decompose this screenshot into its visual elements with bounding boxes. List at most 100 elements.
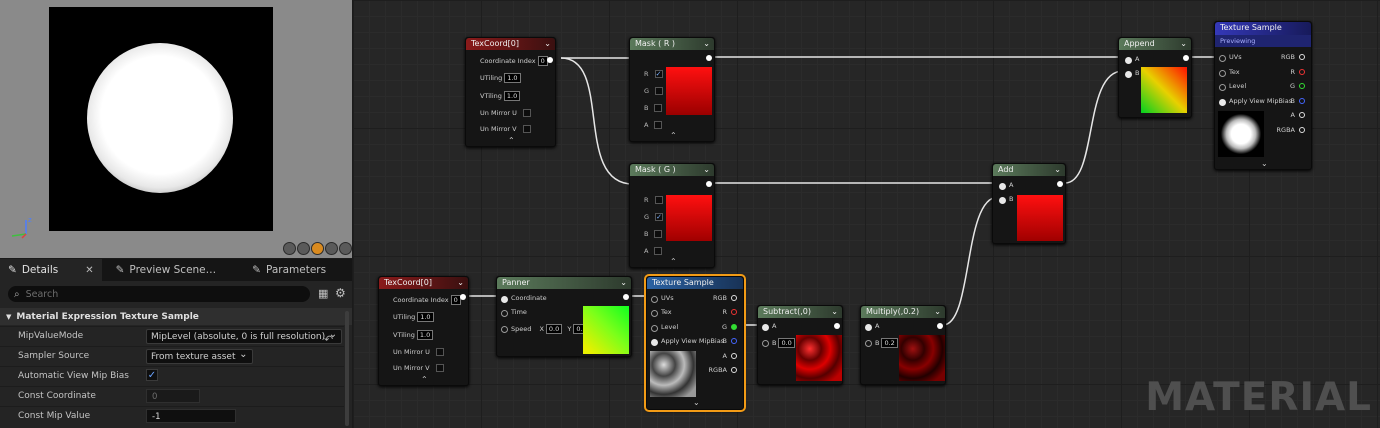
chevron-down-icon[interactable]: ⌄ [1261, 159, 1268, 168]
channel-b-checkbox[interactable] [654, 104, 663, 112]
output-pin[interactable] [834, 323, 840, 329]
output-pin[interactable] [1057, 181, 1063, 187]
node-texture-sample-bottom[interactable]: Texture Sample UVs Tex Level Apply View … [644, 274, 746, 412]
value-field[interactable]: 1.0 [416, 330, 434, 340]
node-texture-sample-top[interactable]: Texture Sample Previewing UVs Tex Level … [1214, 21, 1312, 170]
material-graph[interactable]: TexCoord[0] ⌄ Coordinate Index 0 UTiling 1.… [353, 0, 1380, 428]
node-append[interactable]: Append ⌄ A B [1118, 37, 1192, 118]
value-field[interactable]: 0.2 [881, 338, 898, 348]
search-input[interactable]: ⌕ Search [8, 286, 310, 302]
input-pin-uvs[interactable]: UVs [651, 294, 674, 303]
output-pin-b[interactable] [731, 338, 737, 344]
tab-details[interactable]: ✎ Details ✕ [0, 259, 102, 281]
node-add[interactable]: Add ⌄ A B [992, 163, 1066, 244]
teapot-preview-icon[interactable] [339, 242, 352, 255]
const-mip-value-field[interactable]: -1 [146, 409, 236, 423]
channel-b-checkbox[interactable] [654, 230, 663, 238]
sphere-preview-icon[interactable] [297, 242, 310, 255]
input-pin-uvs[interactable]: UVs [1219, 53, 1242, 62]
chevron-down-icon[interactable]: ⌄ [457, 277, 464, 289]
chevron-down-icon[interactable]: ⌄ [934, 306, 941, 318]
mip-value-mode-dropdown[interactable]: MipLevel (absolute, 0 is full resolution… [146, 327, 343, 344]
cylinder-preview-icon[interactable] [283, 242, 296, 255]
unmirror-v-checkbox[interactable] [522, 125, 531, 133]
chevron-down-icon[interactable]: ⌄ [1054, 164, 1061, 176]
input-pin-a[interactable]: A [760, 322, 776, 331]
chevron-down-icon[interactable]: ⌄ [703, 38, 710, 50]
output-pin-rgba[interactable] [1299, 127, 1305, 133]
auto-view-mip-bias-checkbox[interactable]: ✓ [146, 369, 158, 381]
gear-icon[interactable]: ⚙ [335, 286, 346, 300]
speed-x-field[interactable]: 0.0 [545, 324, 563, 334]
node-subtract[interactable]: Subtract(,0) ⌄ A B 0.0 [757, 305, 843, 385]
node-panner[interactable]: Panner ⌄ Coordinate Time Speed X 0.0 Y 0.2 [496, 276, 632, 357]
channel-a-checkbox[interactable] [654, 247, 663, 255]
chevron-up-icon[interactable]: ⌃ [421, 375, 428, 384]
details-scrollbar[interactable] [345, 311, 349, 426]
channel-r-checkbox[interactable] [654, 196, 663, 204]
output-pin-b[interactable] [1299, 98, 1305, 104]
channel-a-checkbox[interactable] [654, 121, 663, 129]
channel-r-checkbox[interactable]: ✓ [654, 70, 663, 78]
input-pin-b[interactable]: B [1123, 69, 1139, 78]
input-pin-apply-view-mip-bias[interactable]: Apply View MipBias [650, 337, 724, 346]
grid-view-icon[interactable]: ▦ [318, 287, 328, 300]
node-texcoord-top[interactable]: TexCoord[0] ⌄ Coordinate Index 0 UTiling 1.… [465, 37, 556, 147]
input-pin-a[interactable]: A [997, 181, 1013, 190]
value-field[interactable]: 1.0 [417, 312, 434, 322]
input-pin-a[interactable]: A [1123, 55, 1139, 64]
node-multiply[interactable]: Multiply(,0.2) ⌄ A B 0.2 [860, 305, 946, 385]
chevron-down-icon[interactable]: ⌄ [544, 38, 551, 50]
output-pin-rgba[interactable] [731, 367, 737, 373]
input-pin-b[interactable]: B [997, 195, 1013, 204]
output-pin[interactable] [706, 55, 712, 61]
input-pin-a[interactable]: A [863, 322, 879, 331]
plane-preview-icon[interactable] [311, 242, 324, 255]
output-pin[interactable] [460, 294, 466, 300]
close-icon[interactable]: ✕ [85, 265, 93, 276]
output-pin[interactable] [1183, 55, 1189, 61]
node-mask-r[interactable]: Mask ( R ) ⌄ R ✓ G B A ⌃ [629, 37, 715, 142]
output-pin-g[interactable] [731, 324, 737, 330]
chevron-up-icon[interactable]: ⌃ [670, 257, 677, 266]
node-mask-g[interactable]: Mask ( G ) ⌄ R G ✓ B A ⌃ [629, 163, 715, 268]
output-pin[interactable] [547, 57, 553, 63]
reset-to-default-icon[interactable]: ↶ [324, 333, 333, 346]
chevron-down-icon[interactable]: ⌄ [831, 306, 838, 318]
input-pin-apply-view-mip-bias[interactable]: Apply View MipBias [1218, 97, 1292, 106]
input-pin-level[interactable]: Level [1218, 82, 1246, 91]
value-field[interactable]: 1.0 [503, 91, 521, 101]
chevron-up-icon[interactable]: ⌃ [670, 131, 677, 140]
chevron-down-icon[interactable]: ⌄ [1180, 38, 1187, 50]
cube-preview-icon[interactable] [325, 242, 338, 255]
tab-parameters[interactable]: ✎ Parameters [244, 259, 334, 281]
output-pin-a[interactable] [1299, 112, 1305, 118]
output-pin-r[interactable] [1299, 69, 1305, 75]
output-pin-rgb[interactable] [1299, 54, 1305, 60]
value-field[interactable]: 1.0 [504, 73, 521, 83]
preview-viewport[interactable]: z [0, 0, 352, 258]
sampler-source-dropdown[interactable]: From texture asset [146, 347, 253, 364]
input-pin-b[interactable]: B 0.2 [865, 338, 898, 348]
unmirror-u-checkbox[interactable] [522, 109, 531, 117]
input-pin-speed[interactable]: Speed X 0.0 Y 0.2 [501, 324, 590, 334]
output-pin-a[interactable] [731, 353, 737, 359]
chevron-up-icon[interactable]: ⌃ [508, 136, 515, 145]
chevron-down-icon[interactable]: ⌄ [620, 277, 627, 289]
input-pin-tex[interactable]: Tex [651, 308, 672, 317]
chevron-down-icon[interactable]: ⌄ [693, 398, 700, 407]
unmirror-v-checkbox[interactable] [435, 364, 444, 372]
const-coordinate-field[interactable]: 0 [146, 389, 200, 403]
value-field[interactable]: 0.0 [778, 338, 795, 348]
output-pin-r[interactable] [731, 309, 737, 315]
chevron-down-icon[interactable]: ⌄ [703, 164, 710, 176]
output-pin[interactable] [623, 294, 629, 300]
node-texcoord-bottom[interactable]: TexCoord[0] ⌄ Coordinate Index 0 UTiling 1.… [378, 276, 469, 386]
output-pin[interactable] [937, 323, 943, 329]
input-pin-tex[interactable]: Tex [1219, 68, 1240, 77]
output-pin-rgb[interactable] [731, 295, 737, 301]
unmirror-u-checkbox[interactable] [435, 348, 444, 356]
input-pin-coordinate[interactable]: Coordinate [501, 294, 547, 303]
tab-preview-scene[interactable]: ✎ Preview Scene… [108, 259, 225, 281]
input-pin-time[interactable]: Time [501, 308, 527, 317]
